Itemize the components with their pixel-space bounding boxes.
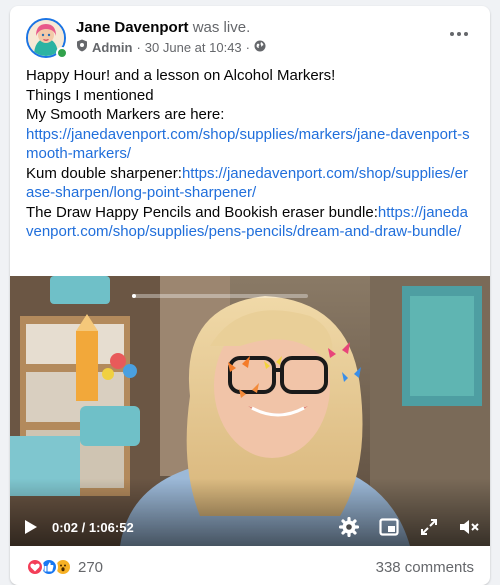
settings-icon[interactable] [338,516,360,538]
separator: · [136,40,141,55]
post-line: Kum double sharpener: [26,164,182,182]
reaction-count[interactable]: 270 [78,559,103,576]
live-status: was live. [192,19,251,36]
post-footer: 270 338 comments [26,552,474,582]
post-line: The Draw Happy Pencils and Bookish erase… [26,203,378,221]
post-line: Happy Hour! and a lesson on Alcohol Mark… [26,67,336,84]
mute-icon[interactable] [458,516,480,538]
video-player[interactable]: 0:02 / 1:06:52 [10,276,490,546]
markers-link[interactable]: https://janedavenport.com/shop/supplies/… [26,126,470,163]
video-frame [10,276,490,546]
more-options-icon[interactable] [444,24,474,44]
admin-shield-icon [76,39,88,57]
author-name[interactable]: Jane Davenport [76,19,189,36]
author-avatar-wrap[interactable] [26,18,68,59]
picture-in-picture-icon[interactable] [378,516,400,538]
fullscreen-icon[interactable] [418,516,440,538]
video-controls-right [338,508,480,546]
post-meta: Jane Davenport was live. Admin · 30 June… [76,16,266,57]
post-line: Things I mentioned [26,86,154,104]
reactions-summary[interactable]: 270 [26,558,103,576]
comments-count[interactable]: 338 comments [376,559,474,576]
time-separator: / [78,519,89,535]
role-badge: Admin [92,40,133,55]
globe-icon[interactable] [254,39,266,57]
video-progress-fill [132,294,136,298]
video-progress-bar[interactable] [132,294,308,298]
post-timestamp[interactable]: 30 June at 10:43 [145,39,242,57]
love-icon [26,558,44,576]
duration: 1:06:52 [88,519,134,535]
post-line: My Smooth Markers are here: [26,106,225,123]
separator: · [245,40,250,55]
video-controls: 0:02 / 1:06:52 [10,508,490,546]
current-time: 0:02 [52,519,79,535]
online-status-dot [56,47,68,59]
post-body: Happy Hour! and a lesson on Alcohol Mark… [26,66,474,242]
video-time: 0:02 / 1:06:52 [52,520,134,535]
author-line: Jane Davenport was live. [76,18,266,38]
post-card: Jane Davenport was live. Admin · 30 June… [10,6,490,585]
post-subline: Admin · 30 June at 10:43 · [76,39,266,57]
play-icon[interactable] [20,516,42,538]
post-header: Jane Davenport was live. Admin · 30 June… [26,16,474,64]
